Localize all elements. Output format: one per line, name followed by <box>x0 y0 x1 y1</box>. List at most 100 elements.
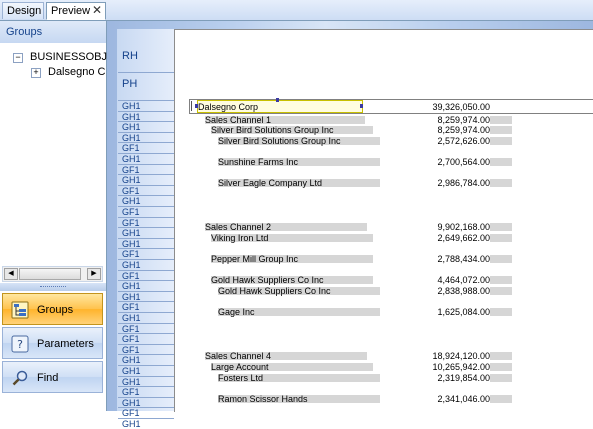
section-divider <box>118 407 174 409</box>
section-divider <box>118 365 174 366</box>
section-divider <box>118 195 174 197</box>
parameters-nav-label: Parameters <box>37 338 94 350</box>
report-row-label: Sales Channel 4 <box>205 351 272 361</box>
section-divider <box>118 100 174 101</box>
report-row-value: 2,319,854.00 <box>437 373 490 383</box>
collapse-icon[interactable]: − <box>13 53 23 63</box>
svg-text:?: ? <box>17 338 23 351</box>
report-row-value: 2,341,046.00 <box>437 394 490 404</box>
value-field-background <box>490 352 512 360</box>
section-divider <box>118 163 174 165</box>
find-nav-button[interactable]: Find <box>2 361 103 393</box>
section-divider <box>118 375 174 377</box>
report-row-value: 10,265,942.00 <box>432 362 490 372</box>
section-divider <box>118 418 174 419</box>
report-row-label: Gold Hawk Suppliers Co Inc <box>211 275 324 285</box>
tab-design[interactable]: Design <box>2 2 44 19</box>
groups-panel-header: Groups <box>0 21 106 43</box>
resize-handle-right[interactable] <box>360 104 363 108</box>
section-divider <box>118 110 174 112</box>
section-divider <box>118 312 174 313</box>
value-field-background <box>490 126 512 134</box>
report-row-value: 2,986,784.00 <box>437 178 490 188</box>
value-field-background <box>490 308 512 316</box>
value-field-background <box>490 137 512 145</box>
report-row-value: 2,788,434.00 <box>437 254 490 264</box>
section-divider <box>118 72 174 73</box>
report-row-value: 4,464,072.00 <box>437 275 490 285</box>
value-field-background <box>490 276 512 284</box>
report-row-label: Gold Hawk Suppliers Co Inc <box>218 286 331 296</box>
value-field-background <box>490 374 512 382</box>
groups-icon <box>11 301 29 319</box>
report-row-label: Pepper Mill Group Inc <box>211 254 299 264</box>
report-row-value: 9,902,168.00 <box>437 222 490 232</box>
report-row-label: Silver Bird Solutions Group Inc <box>211 125 334 135</box>
section-divider <box>118 396 174 398</box>
grip-icon <box>40 286 66 289</box>
report-row-label: Silver Eagle Company Ltd <box>218 178 323 188</box>
value-field-background <box>490 363 512 371</box>
section-divider <box>118 301 174 303</box>
section-divider <box>118 333 174 335</box>
value-field-background <box>490 287 512 295</box>
report-row-label: Sales Channel 2 <box>205 222 272 232</box>
tree-node-root[interactable]: BUSINESSOBJ <box>30 50 107 64</box>
find-icon <box>12 370 28 386</box>
section-divider <box>118 259 174 260</box>
section-divider <box>118 354 174 356</box>
section-divider <box>118 121 174 123</box>
report-row-value: 2,649,662.00 <box>437 233 490 243</box>
section-divider <box>118 343 174 345</box>
section-divider <box>118 174 174 176</box>
report-row-label: Large Account <box>211 362 269 372</box>
groups-nav-button[interactable]: Groups <box>2 293 103 325</box>
company-name: Dalsegno Corp <box>198 102 259 112</box>
report-row-label: Silver Bird Solutions Group Inc <box>218 136 341 146</box>
company-total: 39,326,050.00 <box>432 102 490 112</box>
value-field-background <box>490 179 512 187</box>
section-divider <box>118 142 174 144</box>
report-row-value: 18,924,120.00 <box>432 351 490 361</box>
report-row-label: Ramon Scissor Hands <box>218 394 308 404</box>
parameters-nav-button[interactable]: ? Parameters <box>2 327 103 359</box>
section-divider <box>118 322 174 324</box>
value-field-background <box>490 255 512 263</box>
section-divider <box>118 153 174 154</box>
section-divider <box>118 216 174 218</box>
resize-handle-top[interactable] <box>276 98 279 102</box>
report-row-label: Fosters Ltd <box>218 373 264 383</box>
tree-node-child[interactable]: Dalsegno C <box>48 65 105 79</box>
report-row-label: Sunshine Farms Inc <box>218 157 299 167</box>
value-field-background <box>490 223 512 231</box>
expand-icon[interactable]: + <box>31 68 41 78</box>
section-divider <box>118 280 174 282</box>
groups-nav-label: Groups <box>37 304 74 316</box>
value-field-background <box>490 395 512 403</box>
section-divider <box>118 184 174 186</box>
report-row-value: 8,259,974.00 <box>437 125 490 135</box>
horizontal-scrollbar[interactable]: ◀ ▶ <box>2 266 103 282</box>
find-nav-label: Find <box>37 372 59 384</box>
scroll-left-icon[interactable]: ◀ <box>4 268 18 280</box>
report-row-value: 1,625,084.00 <box>437 307 490 317</box>
value-field-background <box>490 158 512 166</box>
report-row-value: 8,259,974.00 <box>437 115 490 125</box>
section-label-ph: PH <box>122 78 138 90</box>
report-row-value: 2,572,626.00 <box>437 136 490 146</box>
report-row-value: 2,838,988.00 <box>437 286 490 296</box>
section-divider <box>118 248 174 250</box>
report-row-label: Sales Channel 1 <box>205 115 272 125</box>
value-field-background <box>490 116 512 124</box>
section-divider <box>118 237 174 239</box>
report-row-label: Viking Iron Ltd <box>211 233 269 243</box>
section-divider <box>118 269 174 271</box>
section-label-rh: RH <box>122 50 138 62</box>
scroll-thumb[interactable] <box>19 268 81 280</box>
section-divider <box>118 206 174 207</box>
section-divider <box>118 227 174 229</box>
scroll-right-icon[interactable]: ▶ <box>87 268 101 280</box>
parameters-icon: ? <box>11 335 29 353</box>
close-tab-icon[interactable]: ✕ <box>92 3 102 18</box>
value-field-background <box>490 234 512 242</box>
